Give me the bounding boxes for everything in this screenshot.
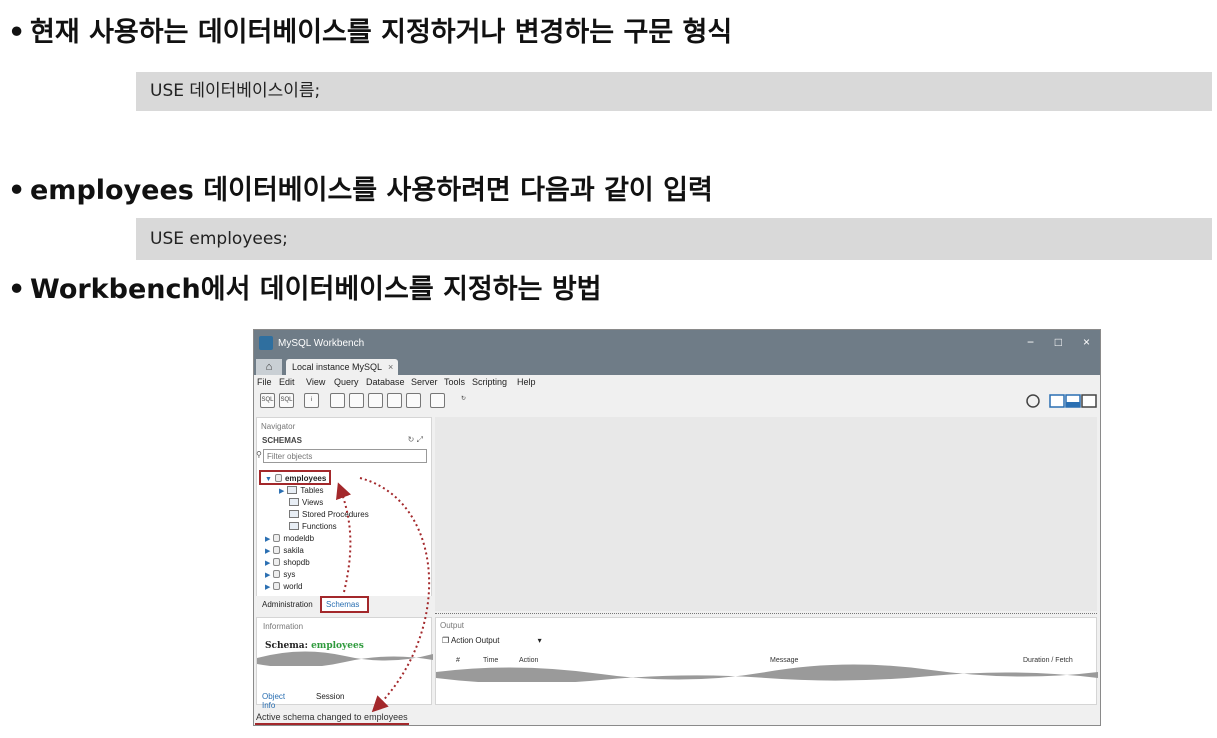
code-use-employees: USE employees;	[136, 218, 1212, 260]
arrow-employees-to-status	[359, 477, 431, 713]
arrow-schemas-to-employees	[336, 482, 352, 593]
bullet-dot: •	[8, 17, 26, 48]
bullet-text: employees 데이터베이스를 사용하려면 다음과 같이 입력	[30, 175, 713, 206]
bullet-text: Workbench에서 데이터베이스를 지정하는 방법	[30, 274, 602, 305]
bullet-dot: •	[8, 274, 26, 305]
bullet-employees-heading: • employees 데이터베이스를 사용하려면 다음과 같이 입력	[8, 172, 713, 210]
bullet-dot: •	[8, 175, 26, 206]
bullet-syntax-heading: • 현재 사용하는 데이터베이스를 지정하거나 변경하는 구문 형식	[8, 14, 732, 52]
bullet-text: 현재 사용하는 데이터베이스를 지정하거나 변경하는 구문 형식	[30, 17, 733, 48]
workbench-window: MySQL Workbench − □ × ⌂ Local instance M…	[253, 329, 1101, 726]
code-use-syntax: USE 데이터베이스이름;	[136, 72, 1212, 111]
bullet-workbench-heading: • Workbench에서 데이터베이스를 지정하는 방법	[8, 271, 602, 309]
annotation-arrows	[336, 477, 431, 713]
